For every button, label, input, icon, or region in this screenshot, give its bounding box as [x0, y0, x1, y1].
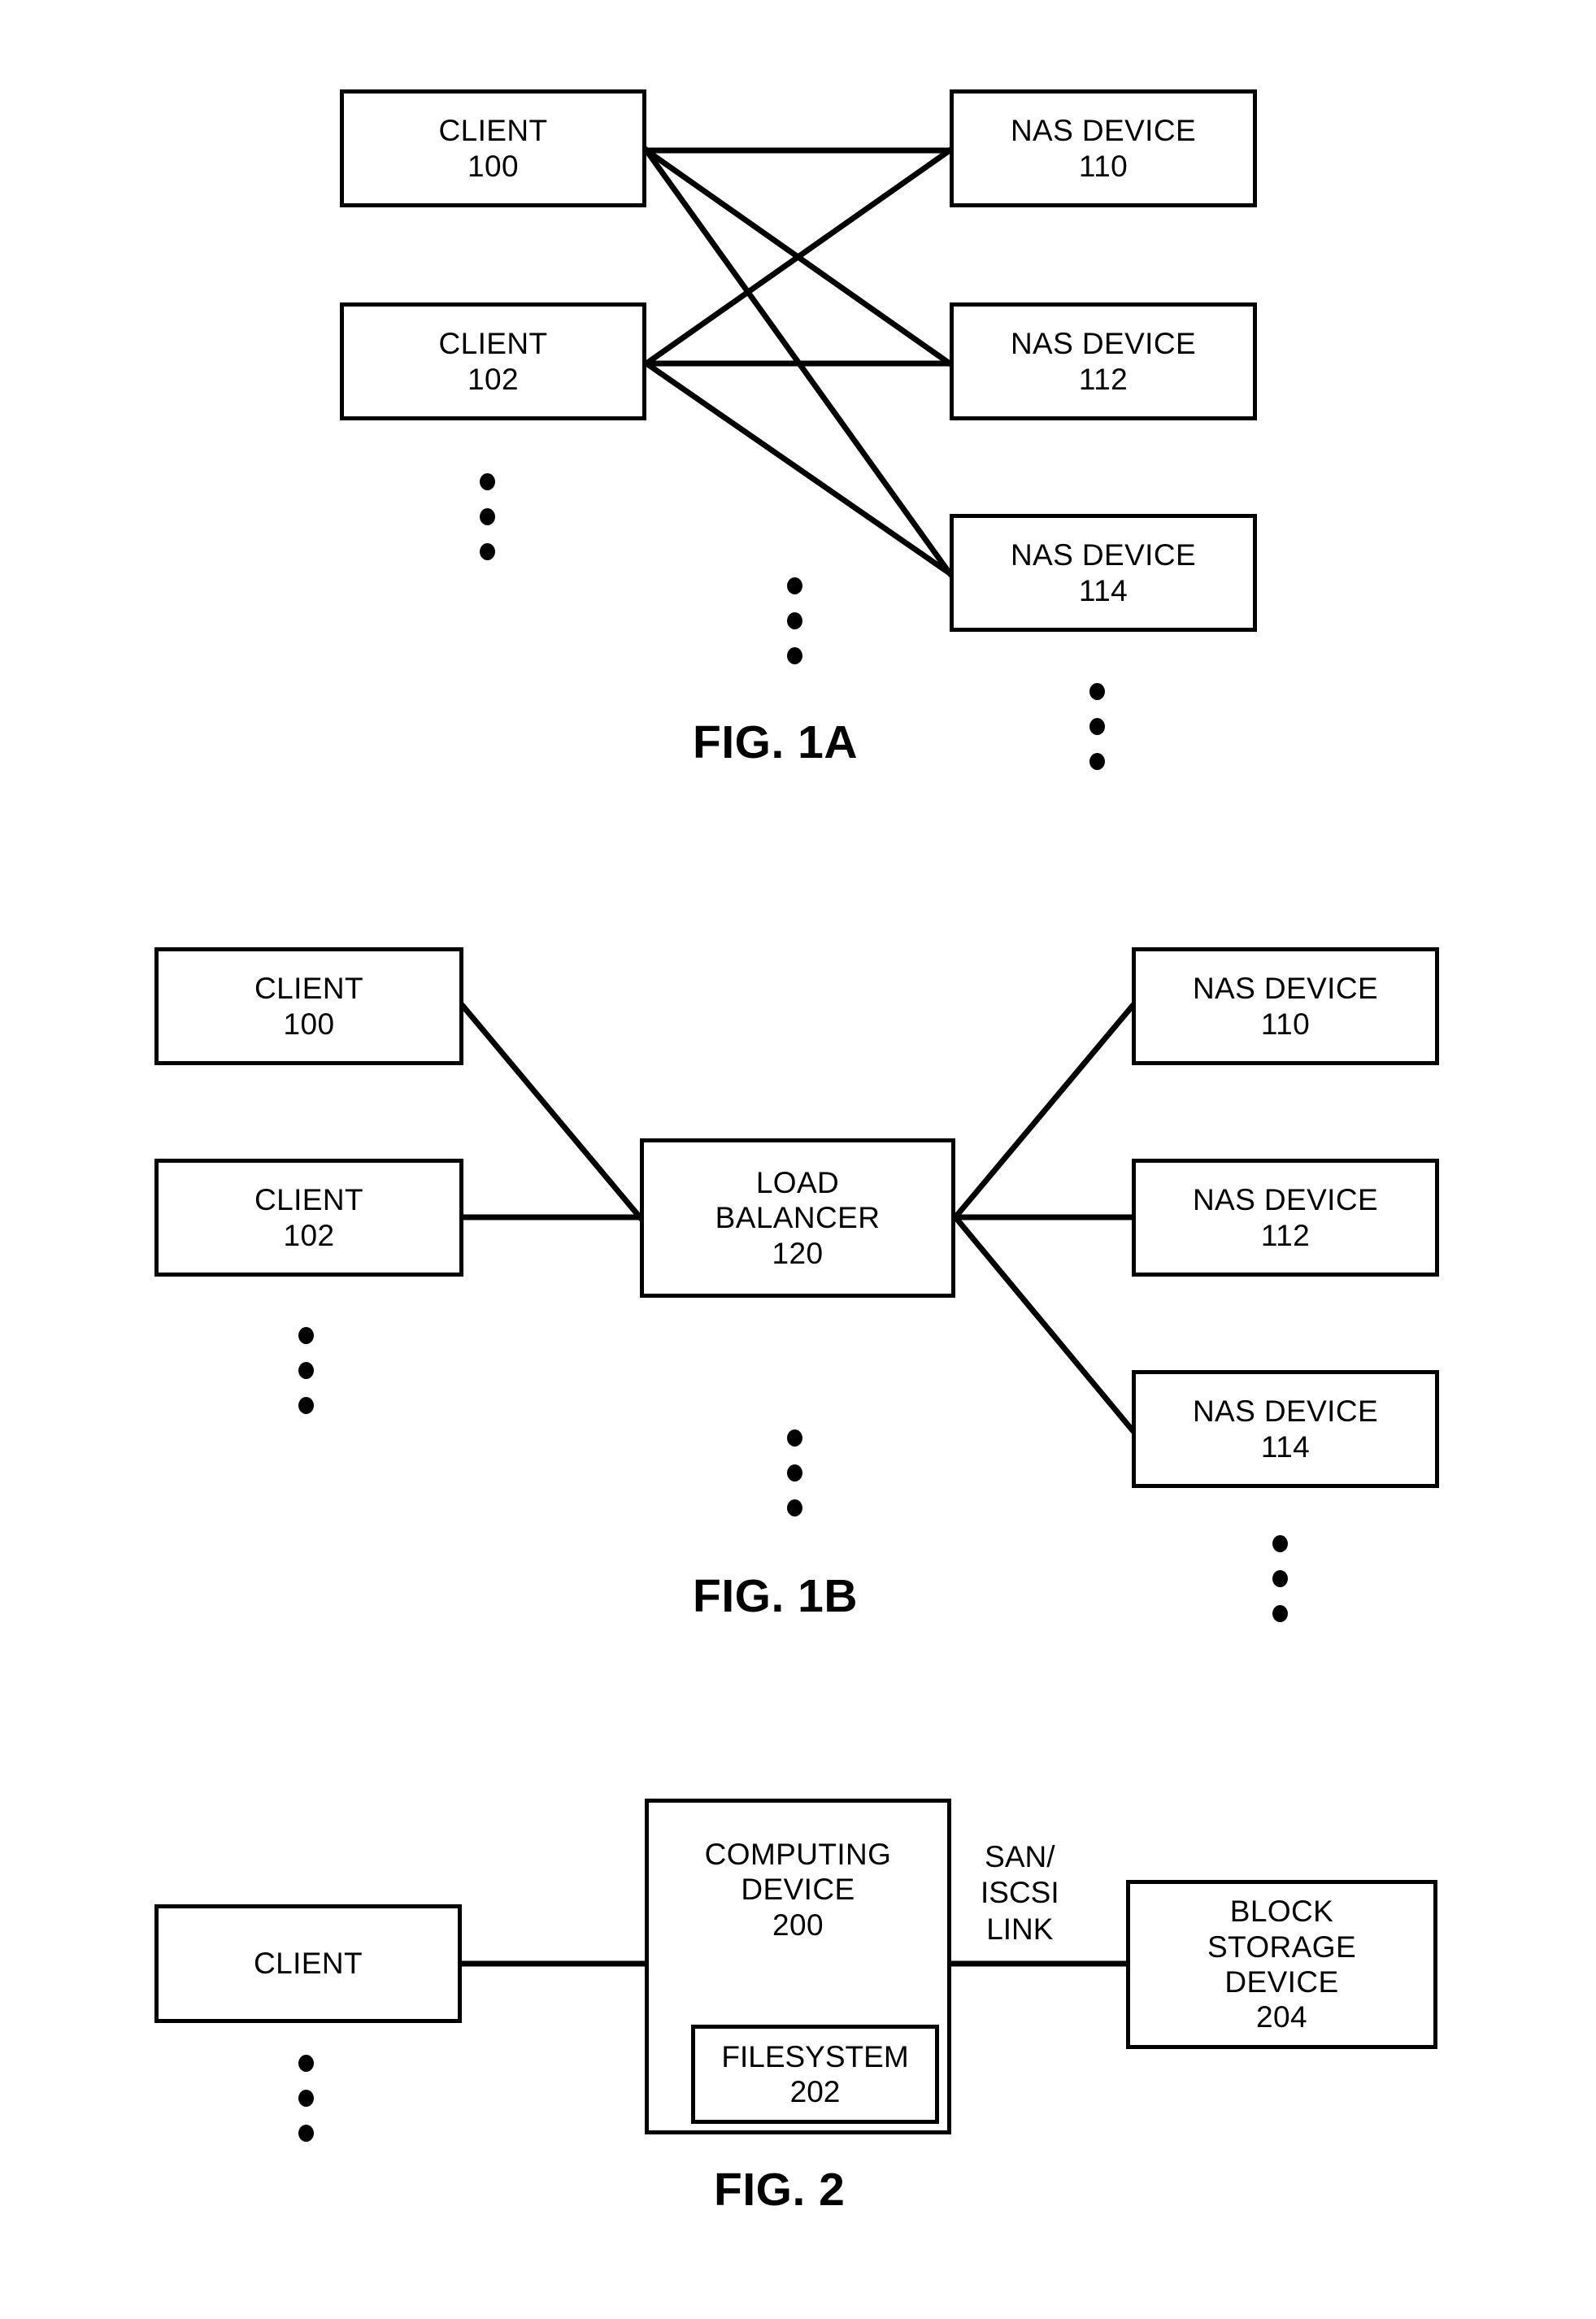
- ellipsis-dot: [787, 1499, 802, 1516]
- fig1b-client-100-box[interactable]: CLIENT 100: [154, 947, 463, 1065]
- fig1b-center-ellipsis: [787, 1429, 802, 1516]
- node-label-line2: 114: [1078, 573, 1129, 607]
- fig1a-clients-ellipsis: [480, 473, 495, 560]
- ellipsis-dot: [787, 1429, 802, 1447]
- node-label-line1: CLIENT: [438, 114, 548, 148]
- fig1a-nas-mid-ellipsis: [787, 577, 802, 664]
- fig2-clients-ellipsis: [298, 2055, 314, 2142]
- node-label-line1: NAS DEVICE: [1192, 1183, 1379, 1217]
- fig2-block-storage-204-box[interactable]: BLOCK STORAGE DEVICE 204: [1126, 1880, 1437, 2049]
- node-label-line1: LOAD: [755, 1166, 840, 1200]
- node-label-line1: FILESYSTEM: [721, 2039, 909, 2073]
- fig1a-nas-114-box[interactable]: NAS DEVICE 114: [950, 514, 1257, 632]
- ellipsis-dot: [787, 612, 802, 629]
- fig2-caption: FIG. 2: [714, 2164, 846, 2216]
- node-label-line1: NAS DEVICE: [1192, 972, 1379, 1006]
- fig2-filesystem-202-box[interactable]: FILESYSTEM 202: [691, 2025, 939, 2124]
- fig1a-nas-bottom-ellipsis: [1089, 683, 1105, 770]
- link-label-line1: SAN/: [985, 1840, 1055, 1873]
- fig1b-caption: FIG. 1B: [693, 1570, 859, 1622]
- patent-figure-sheet: CLIENT 100 CLIENT 102 NAS DEVICE 110 NAS…: [0, 0, 1596, 2319]
- node-label-line2: 102: [467, 362, 519, 396]
- node-label-line1: NAS DEVICE: [1010, 114, 1197, 148]
- fig1b-client-102-box[interactable]: CLIENT 102: [154, 1159, 463, 1277]
- ellipsis-dot: [1272, 1535, 1288, 1552]
- node-label-line2: 102: [283, 1218, 335, 1252]
- fig2-san-iscsi-link-label: SAN/ ISCSI LINK: [981, 1839, 1059, 1947]
- node-label-line1: CLIENT: [254, 1947, 363, 1981]
- ellipsis-dot: [480, 473, 495, 490]
- fig1b-nas-112-box[interactable]: NAS DEVICE 112: [1132, 1159, 1439, 1277]
- node-label-line2: 112: [1260, 1218, 1311, 1252]
- ellipsis-dot: [787, 647, 802, 664]
- node-label-line3: 200: [772, 1908, 824, 1942]
- ellipsis-dot: [298, 2055, 314, 2072]
- fig1b-load-balancer-120-box[interactable]: LOAD BALANCER 120: [640, 1138, 955, 1298]
- node-label-line2: 114: [1260, 1429, 1311, 1464]
- ellipsis-dot: [298, 2090, 314, 2107]
- ellipsis-dot: [1272, 1605, 1288, 1622]
- node-label-line2: 100: [283, 1007, 335, 1041]
- node-label-line2: BALANCER: [715, 1201, 881, 1235]
- fig1b-clients-ellipsis: [298, 1327, 314, 1414]
- ellipsis-dot: [298, 1327, 314, 1344]
- fig1b-nas-114-box[interactable]: NAS DEVICE 114: [1132, 1370, 1439, 1488]
- link-label-line3: LINK: [986, 1912, 1054, 1946]
- ellipsis-dot: [1272, 1570, 1288, 1587]
- node-label-line1: NAS DEVICE: [1192, 1394, 1379, 1429]
- ellipsis-dot: [787, 577, 802, 594]
- link-label-line2: ISCSI: [981, 1876, 1059, 1910]
- node-label-line2: 202: [789, 2075, 841, 2108]
- ellipsis-dot: [298, 1397, 314, 1414]
- ellipsis-dot: [1089, 683, 1105, 700]
- node-label-line4: 204: [1256, 2000, 1307, 2034]
- node-label-line1: COMPUTING: [704, 1838, 892, 1871]
- node-label-line1: NAS DEVICE: [1010, 538, 1197, 572]
- ellipsis-dot: [1089, 718, 1105, 735]
- node-label-line3: DEVICE: [1224, 1965, 1339, 1999]
- fig1b-nas-110-box[interactable]: NAS DEVICE 110: [1132, 947, 1439, 1065]
- fig1a-client-100-box[interactable]: CLIENT 100: [340, 89, 646, 207]
- node-label-line2: STORAGE: [1207, 1930, 1357, 1964]
- node-label-line2: 100: [467, 149, 519, 183]
- fig1a-caption: FIG. 1A: [693, 716, 859, 768]
- ellipsis-dot: [298, 1362, 314, 1379]
- node-label-line1: CLIENT: [254, 972, 363, 1006]
- node-label-line3: 120: [772, 1236, 824, 1270]
- node-label-line1: NAS DEVICE: [1010, 327, 1197, 361]
- node-label-line1: CLIENT: [254, 1183, 363, 1217]
- node-label-line2: DEVICE: [741, 1873, 855, 1907]
- ellipsis-dot: [787, 1464, 802, 1481]
- node-label-line2: 112: [1078, 362, 1129, 396]
- ellipsis-dot: [298, 2125, 314, 2142]
- ellipsis-dot: [1089, 753, 1105, 770]
- ellipsis-dot: [480, 508, 495, 525]
- node-label-line2: 110: [1260, 1007, 1311, 1041]
- fig1a-nas-112-box[interactable]: NAS DEVICE 112: [950, 302, 1257, 420]
- node-label-line1: BLOCK: [1229, 1895, 1334, 1929]
- fig1a-client-102-box[interactable]: CLIENT 102: [340, 302, 646, 420]
- node-label-line1: CLIENT: [438, 327, 548, 361]
- fig1a-nas-110-box[interactable]: NAS DEVICE 110: [950, 89, 1257, 207]
- node-label-line2: 110: [1078, 149, 1129, 183]
- fig1b-nas-ellipsis: [1272, 1535, 1288, 1622]
- fig2-client-box[interactable]: CLIENT: [154, 1904, 462, 2023]
- ellipsis-dot: [480, 543, 495, 560]
